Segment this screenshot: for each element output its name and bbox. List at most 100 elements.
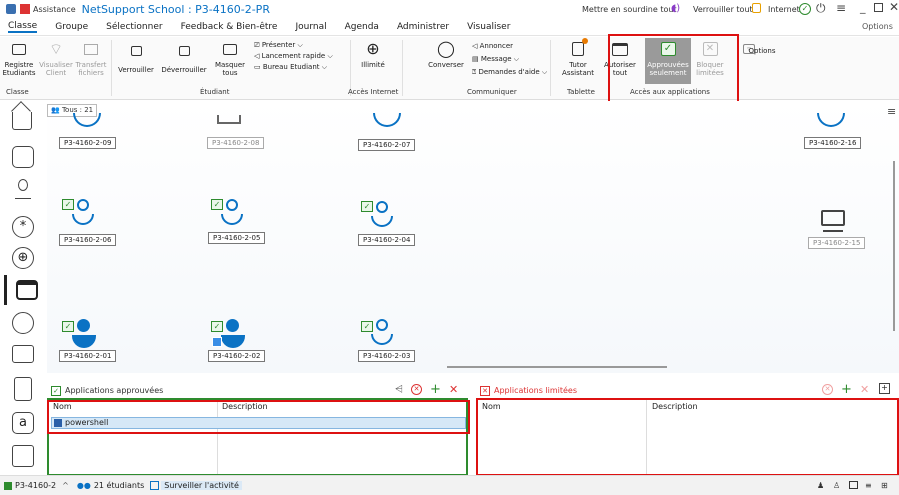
chevron-up-icon[interactable]: ^ xyxy=(62,481,69,490)
options-button[interactable]: ▿ Options xyxy=(737,40,776,55)
internet-label[interactable]: Internet xyxy=(768,5,800,14)
canvas-menu-icon[interactable]: ≡ xyxy=(887,105,896,118)
student-avatar-08[interactable] xyxy=(217,115,241,124)
assist-label[interactable]: Assistance xyxy=(33,5,76,14)
tutor-assistant-button[interactable]: Tutor Assistant xyxy=(560,38,596,77)
student-label-16[interactable]: P3-4160-2-16 xyxy=(804,137,862,149)
user-outline-icon[interactable]: ♙ xyxy=(833,481,840,490)
student-avatar-16[interactable] xyxy=(817,113,845,127)
student-label-15[interactable]: P3-4160-2-15 xyxy=(808,237,866,249)
student-avatar-01[interactable]: ✓ xyxy=(62,319,98,349)
presenter-button[interactable]: ⎚ Présenter ⌵ xyxy=(254,40,333,51)
globe-icon: ⊕ xyxy=(366,39,380,58)
options-menu[interactable]: Options xyxy=(862,22,893,31)
limited-expand-icon[interactable]: + xyxy=(879,383,890,394)
student-avatar-04[interactable]: ✓ xyxy=(361,201,395,229)
lancement-button[interactable]: ◁ Lancement rapide ⌵ xyxy=(254,51,333,62)
star-circle-icon[interactable]: * xyxy=(12,216,34,238)
student-label-03[interactable]: P3-4160-2-03 xyxy=(358,350,416,362)
student-label-02[interactable]: P3-4160-2-02 xyxy=(208,350,266,362)
verrouiller-button[interactable]: Verrouiller xyxy=(117,40,155,74)
vertical-scrollbar[interactable] xyxy=(893,161,895,331)
group-label-acces-internet: Accès Internet xyxy=(348,88,399,96)
converser-button[interactable]: ◯ Converser xyxy=(426,40,466,70)
globe-nav-icon[interactable]: ⊕ xyxy=(12,247,34,269)
student-avatar-07[interactable] xyxy=(373,113,401,127)
registre-label: Registre Etudiants xyxy=(2,61,36,77)
visualiser-client-button[interactable]: ⌔ Visualiser Client xyxy=(39,40,73,78)
demandes-button[interactable]: ⍰ Demandes d'aide ⌵ xyxy=(472,66,547,79)
message-label: Message xyxy=(480,55,512,63)
assist-badge[interactable] xyxy=(20,4,30,14)
registre-button[interactable]: Registre Etudiants xyxy=(2,40,36,77)
menu-administrer[interactable]: Administrer xyxy=(397,22,449,32)
student-avatar-05[interactable]: ✓ xyxy=(211,199,245,227)
menu-agenda[interactable]: Agenda xyxy=(345,22,379,32)
machine-name[interactable]: P3-4160-2 xyxy=(15,481,56,490)
student-label-08[interactable]: P3-4160-2-08 xyxy=(207,137,265,149)
limited-remove-icon[interactable]: ✕ xyxy=(822,384,833,395)
close-button[interactable]: ✕ xyxy=(889,0,899,14)
power-icon[interactable]: ⏻ xyxy=(816,1,826,16)
limited-apps-list[interactable]: Nom Description xyxy=(476,398,899,476)
student-view-icon[interactable] xyxy=(15,179,31,203)
student-avatar-03[interactable]: ✓ xyxy=(361,319,395,347)
clock-icon[interactable] xyxy=(12,312,34,334)
person-icon[interactable]: ♟ xyxy=(817,481,824,490)
annoncer-button[interactable]: ◁ Annoncer xyxy=(472,40,547,53)
maximize-button[interactable] xyxy=(874,3,883,12)
delete-icon[interactable]: ✕ xyxy=(449,383,458,396)
presenter-label: Présenter xyxy=(261,41,296,49)
limited-add-icon[interactable]: + xyxy=(841,382,852,397)
window-small-icon[interactable] xyxy=(849,481,858,489)
transfert-button[interactable]: Transfert fichiers xyxy=(75,40,107,77)
applications-nav-icon[interactable] xyxy=(4,275,44,305)
menu-groupe[interactable]: Groupe xyxy=(55,22,88,32)
print-icon[interactable] xyxy=(12,345,34,363)
student-label-06[interactable]: P3-4160-2-06 xyxy=(59,234,117,246)
device-icon[interactable] xyxy=(14,377,32,401)
chart-icon[interactable] xyxy=(12,445,34,467)
menu-classe[interactable]: Classe xyxy=(8,21,38,33)
message-button[interactable]: ▤ Message ⌵ xyxy=(472,53,547,66)
menu-selectionner[interactable]: Sélectionner xyxy=(106,22,162,32)
minimize-button[interactable]: _ xyxy=(860,1,866,14)
share-icon[interactable]: ⩤ xyxy=(395,384,403,395)
limited-col-header-description[interactable]: Description xyxy=(652,402,698,411)
mute-all-button[interactable]: Mettre en sourdine tout xyxy=(582,5,677,14)
student-label-09[interactable]: P3-4160-2-09 xyxy=(59,137,117,149)
deverrouiller-button[interactable]: Déverrouiller xyxy=(158,40,210,74)
menu-visualiser[interactable]: Visualiser xyxy=(467,22,510,32)
machine-icon xyxy=(4,481,12,490)
monitor-activity[interactable]: Surveiller l'activité xyxy=(161,481,242,490)
student-label-04[interactable]: P3-4160-2-04 xyxy=(358,234,416,246)
monitor-view-icon[interactable] xyxy=(12,146,34,168)
student-label-07[interactable]: P3-4160-2-07 xyxy=(358,139,416,151)
student-avatar-06[interactable]: ✓ xyxy=(62,199,96,227)
limited-delete-icon[interactable]: ✕ xyxy=(860,383,869,396)
home-icon[interactable] xyxy=(11,101,32,130)
grid-view-icon[interactable]: ⊞ xyxy=(881,481,888,490)
menu-icon[interactable]: ≡ xyxy=(836,1,846,15)
check-icon: ✓ xyxy=(62,199,74,210)
student-label-05[interactable]: P3-4160-2-05 xyxy=(208,232,266,244)
student-label-01[interactable]: P3-4160-2-01 xyxy=(59,350,117,362)
horizontal-scrollbar[interactable] xyxy=(447,366,667,368)
tablet-icon xyxy=(569,38,588,58)
illimite-button[interactable]: ⊕ Illimité xyxy=(356,39,390,70)
menu-journal[interactable]: Journal xyxy=(295,22,326,32)
quiz-icon[interactable]: a xyxy=(12,412,34,434)
bureau-button[interactable]: ▭ Bureau Etudiant ⌵ xyxy=(254,62,333,73)
remove-circle-icon[interactable]: ✕ xyxy=(411,384,422,395)
menu-feedback[interactable]: Feedback & Bien-être xyxy=(181,22,278,32)
student-avatar-09[interactable] xyxy=(73,113,101,127)
lock-icon xyxy=(127,40,145,58)
limited-col-header-name[interactable]: Nom xyxy=(482,402,501,411)
list-view-icon[interactable]: ≡ xyxy=(865,481,872,490)
student-avatar-02[interactable]: ✓ xyxy=(211,319,247,349)
add-icon[interactable]: + xyxy=(430,382,441,397)
students-count[interactable]: 21 étudiants xyxy=(94,481,144,490)
student-avatar-15[interactable] xyxy=(821,210,847,232)
lock-all-button[interactable]: Verrouiller tout xyxy=(693,5,753,14)
masquer-tous-button[interactable]: Masquer tous xyxy=(212,40,248,77)
